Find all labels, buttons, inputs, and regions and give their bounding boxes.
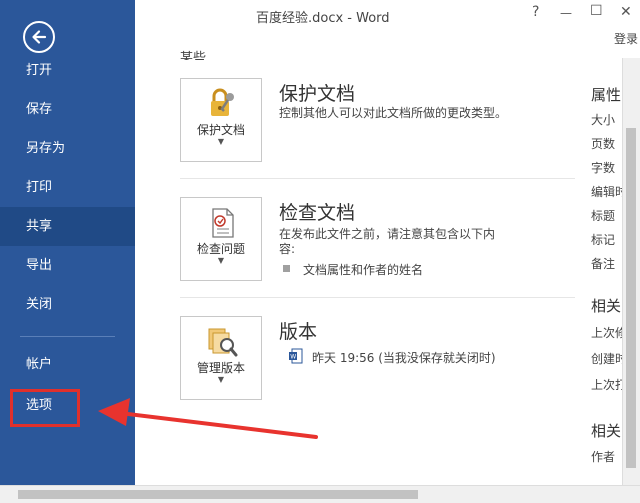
property-label[interactable]: 标记 bbox=[591, 231, 615, 248]
sidebar-item-print[interactable]: 打印 bbox=[0, 168, 135, 207]
protect-tile-label: 保护文档 bbox=[196, 123, 245, 137]
sidebar-divider bbox=[20, 336, 115, 337]
section-heading-cut: 某些 bbox=[180, 51, 207, 60]
inspect-document-icon bbox=[212, 208, 234, 238]
dropdown-caret-icon: ▼ bbox=[217, 137, 225, 146]
sidebar-item-save-as[interactable]: 另存为 bbox=[0, 129, 135, 168]
restore-button[interactable]: ☐ bbox=[590, 3, 603, 19]
lock-key-icon bbox=[211, 88, 234, 116]
close-button[interactable]: ✕ bbox=[620, 4, 632, 20]
property-label: 页数 bbox=[591, 137, 616, 151]
back-arrow-icon[interactable] bbox=[23, 21, 55, 53]
related-dates-heading: 相关 bbox=[591, 297, 622, 315]
inspect-title: 检查文档 bbox=[279, 202, 356, 224]
svg-text:W: W bbox=[290, 354, 296, 361]
sidebar-item-account[interactable]: 帐户 bbox=[0, 345, 135, 384]
protect-document-button[interactable]: 保护文档 ▼ bbox=[180, 78, 262, 162]
sidebar-item-close[interactable]: 关闭 bbox=[0, 285, 135, 324]
vertical-scroll-thumb[interactable] bbox=[626, 128, 636, 468]
inspect-description-line1: 在发布此文件之前，请注意其包含以下内 bbox=[279, 227, 496, 241]
sidebar-item-open[interactable]: 打开 bbox=[0, 51, 135, 90]
dropdown-caret-icon: ▼ bbox=[217, 256, 225, 265]
horizontal-scrollbar[interactable] bbox=[0, 485, 640, 503]
sidebar-item-export[interactable]: 导出 bbox=[0, 246, 135, 285]
property-label: 大小 bbox=[591, 113, 616, 127]
help-button[interactable]: ? bbox=[532, 4, 539, 20]
protect-description: 控制其他人可以对此文档所做的更改类型。 bbox=[279, 106, 508, 120]
sidebar-item-save[interactable]: 保存 bbox=[0, 90, 135, 129]
manage-versions-button[interactable]: 管理版本 ▼ bbox=[180, 316, 262, 400]
options-highlight-box bbox=[10, 389, 80, 427]
protect-title: 保护文档 bbox=[279, 83, 356, 105]
bullet-icon bbox=[283, 265, 290, 272]
word-file-icon: W bbox=[289, 348, 303, 364]
versions-tile-label: 管理版本 bbox=[196, 361, 245, 375]
inspect-description-line2: 容: bbox=[279, 242, 296, 256]
minimize-button[interactable]: — bbox=[560, 6, 572, 20]
inspect-tile-label: 检查问题 bbox=[196, 242, 245, 256]
section-divider bbox=[180, 178, 575, 179]
check-issues-button[interactable]: 检查问题 ▼ bbox=[180, 197, 262, 281]
manage-versions-icon bbox=[208, 328, 238, 357]
login-link[interactable]: 登录 bbox=[614, 30, 638, 47]
property-label: 字数 bbox=[591, 161, 616, 175]
property-label[interactable]: 备注 bbox=[591, 255, 615, 272]
properties-heading[interactable]: 属性 bbox=[591, 84, 621, 105]
property-label[interactable]: 标题 bbox=[591, 207, 615, 224]
versions-title: 版本 bbox=[279, 321, 318, 343]
inspect-bullet-text: 文档属性和作者的姓名 bbox=[303, 263, 424, 277]
version-entry-link[interactable]: 昨天 19:56 (当我没保存就关闭时) bbox=[312, 349, 496, 366]
horizontal-scroll-thumb[interactable] bbox=[18, 490, 418, 499]
property-label: 作者 bbox=[591, 450, 616, 464]
vertical-scrollbar[interactable] bbox=[622, 58, 640, 486]
sidebar-item-share[interactable]: 共享 bbox=[0, 207, 135, 246]
window-title: 百度经验.docx - Word bbox=[256, 11, 390, 26]
dropdown-caret-icon: ▼ bbox=[217, 375, 225, 384]
section-divider bbox=[180, 297, 575, 298]
related-people-heading: 相关 bbox=[591, 422, 622, 440]
